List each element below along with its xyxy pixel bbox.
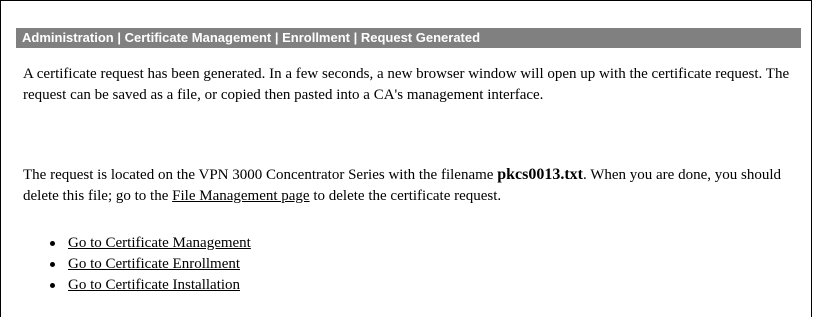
bullet-icon [50, 283, 55, 288]
list-item: Go to Certificate Management [48, 233, 251, 254]
filename-text: pkcs0013.txt [497, 166, 583, 183]
intro-text: A certificate request has been generated… [23, 66, 790, 103]
bullet-icon [50, 241, 55, 246]
navigation-link-list: Go to Certificate Management Go to Certi… [48, 233, 251, 296]
intro-paragraph: A certificate request has been generated… [23, 64, 793, 106]
certificate-management-link[interactable]: Go to Certificate Management [68, 235, 251, 251]
list-item: Go to Certificate Enrollment [48, 254, 251, 275]
location-paragraph: The request is located on the VPN 3000 C… [23, 164, 793, 207]
page-title: Administration | Certificate Management … [16, 28, 801, 48]
content-frame: Administration | Certificate Management … [0, 0, 812, 317]
location-prefix-text: The request is located on the VPN 3000 C… [23, 167, 494, 183]
list-item: Go to Certificate Installation [48, 275, 251, 296]
certificate-enrollment-link[interactable]: Go to Certificate Enrollment [68, 256, 240, 272]
file-management-link[interactable]: File Management page [172, 188, 309, 204]
certificate-installation-link[interactable]: Go to Certificate Installation [68, 277, 240, 293]
location-suffix-text: to delete the certificate request. [313, 188, 502, 204]
bullet-icon [50, 262, 55, 267]
